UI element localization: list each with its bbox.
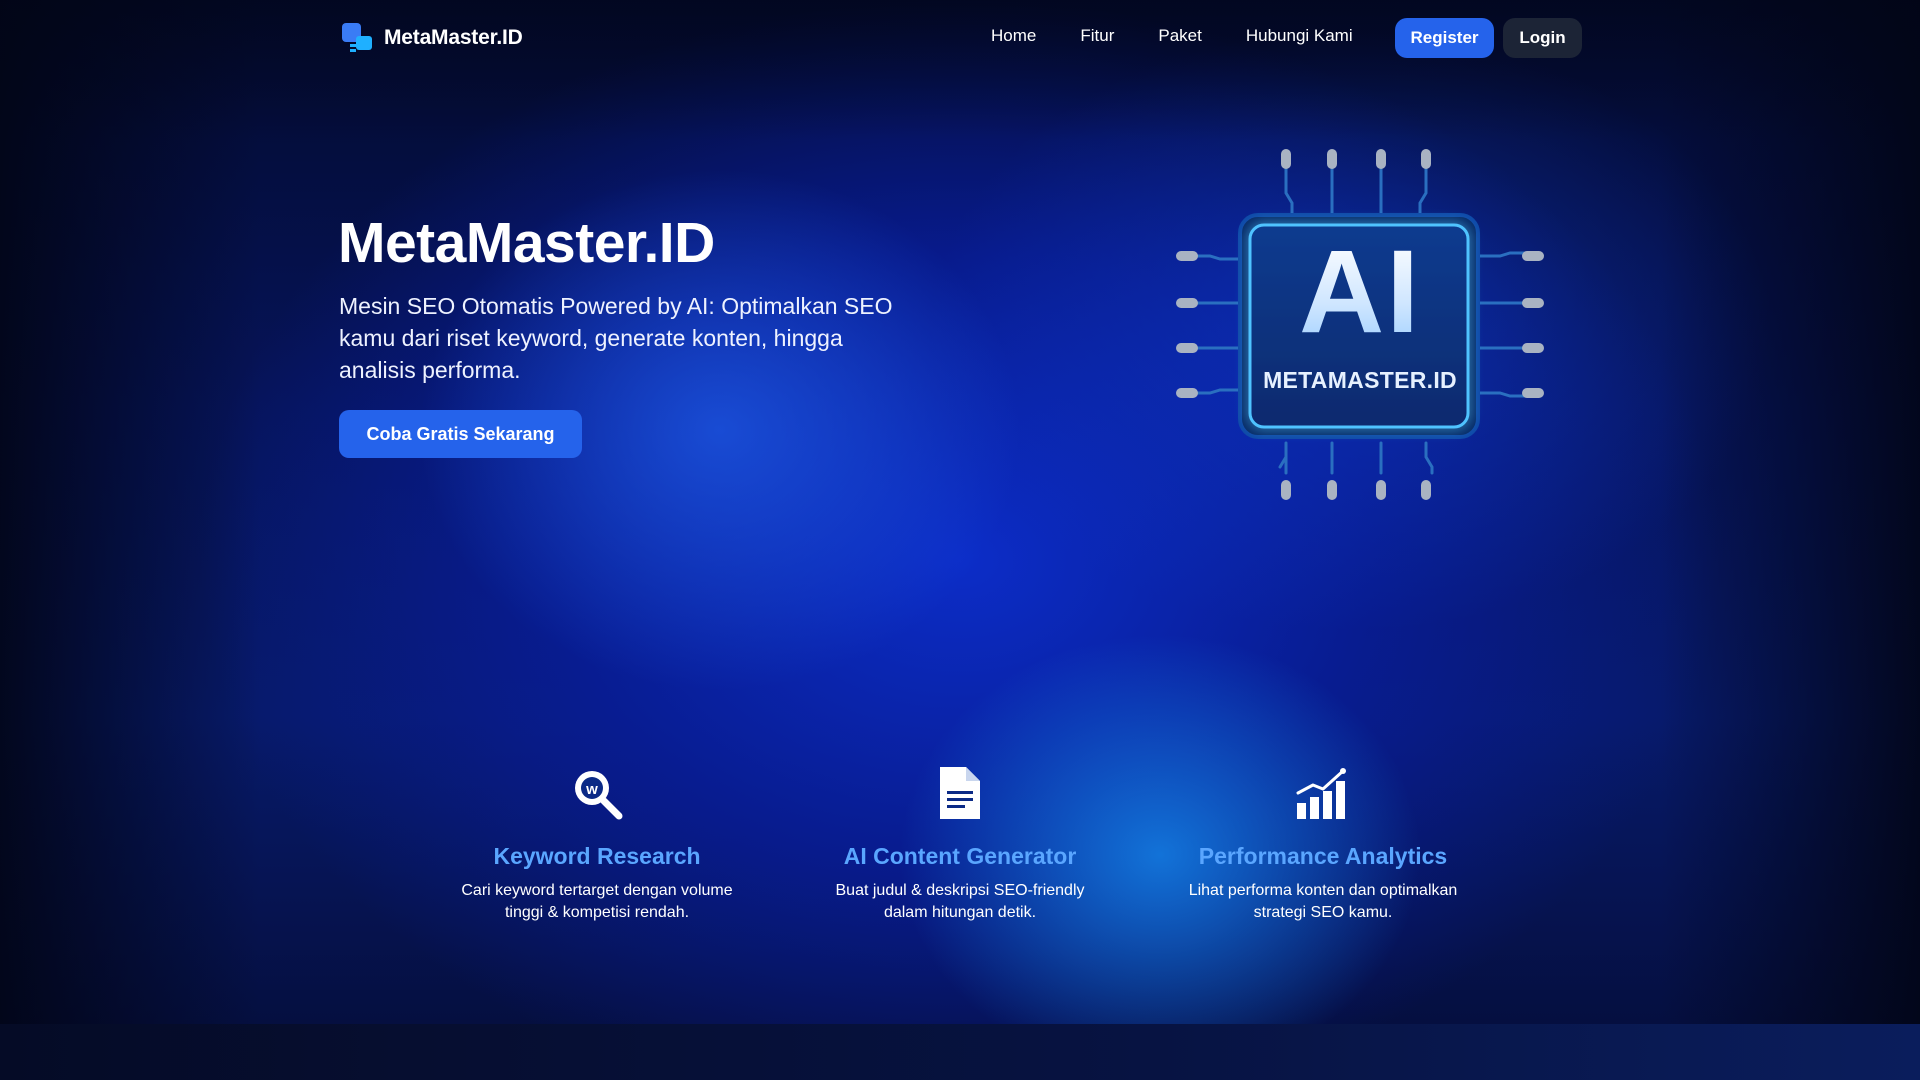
hero-title: MetaMaster.ID xyxy=(338,211,715,275)
document-icon xyxy=(940,767,980,819)
nav-link-hubungi-kami[interactable]: Hubungi Kami xyxy=(1246,26,1353,46)
feature-description: Buat judul & deskripsi SEO-friendly dala… xyxy=(835,882,1085,921)
ai-chip-illustration: AI METAMASTER.ID xyxy=(1170,145,1550,505)
login-button[interactable]: Login xyxy=(1503,18,1582,58)
chip-ai-text: AI xyxy=(1299,226,1421,358)
nav-link-paket[interactable]: Paket xyxy=(1158,26,1201,46)
nav-link-fitur[interactable]: Fitur xyxy=(1080,26,1114,46)
feature-description: Cari keyword tertarget dengan volume tin… xyxy=(461,882,733,921)
keyword-search-icon: w xyxy=(575,771,623,820)
chip-brand-label: METAMASTER.ID xyxy=(1263,367,1457,393)
feature-title: AI Content Generator xyxy=(843,843,1077,869)
feature-title: Keyword Research xyxy=(493,843,701,869)
feature-ai-content-generator: AI Content Generator Buat judul & deskri… xyxy=(800,765,1120,924)
feature-keyword-research: w Keyword Research Cari keyword tertarge… xyxy=(437,765,757,924)
brand-logo-icon xyxy=(340,22,374,54)
try-free-button[interactable]: Coba Gratis Sekarang xyxy=(339,410,582,458)
feature-description: Lihat performa konten dan optimalkan str… xyxy=(1188,882,1458,921)
top-navbar: MetaMaster.ID Home Fitur Paket Hubungi K… xyxy=(0,0,1920,76)
bar-chart-icon xyxy=(1296,768,1346,819)
nav-link-home[interactable]: Home xyxy=(991,26,1036,46)
brand-link[interactable]: MetaMaster.ID xyxy=(340,22,523,54)
hero-subtitle: Mesin SEO Otomatis Powered by AI: Optima… xyxy=(339,293,893,383)
feature-title: Performance Analytics xyxy=(1198,843,1448,869)
footer-strip xyxy=(0,1024,1920,1080)
brand-name: MetaMaster.ID xyxy=(384,26,523,49)
svg-text:w: w xyxy=(585,781,598,798)
nav-links: Home Fitur Paket Hubungi Kami xyxy=(991,26,1353,46)
feature-performance-analytics: Performance Analytics Lihat performa kon… xyxy=(1163,765,1483,924)
register-button[interactable]: Register xyxy=(1395,18,1494,58)
